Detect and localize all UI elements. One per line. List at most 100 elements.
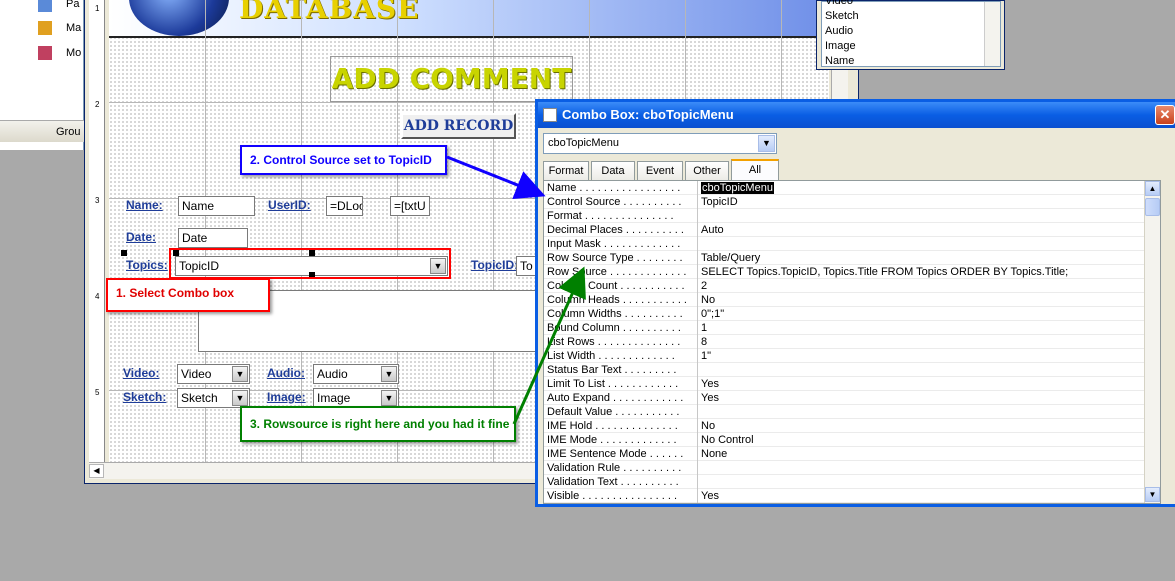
chevron-down-icon[interactable]: ▼ (381, 366, 397, 382)
property-value[interactable]: No Control (700, 433, 1160, 447)
ruler-mark: 5 (95, 388, 100, 397)
property-row[interactable]: Control Source . . . . . . . . . . TopicI… (544, 195, 1160, 209)
property-row[interactable]: Format . . . . . . . . . . . . . . . (544, 209, 1160, 223)
tab-event[interactable]: Event (637, 161, 683, 180)
scroll-thumb[interactable] (1145, 198, 1160, 216)
property-row[interactable]: Column Heads . . . . . . . . . . . No (544, 293, 1160, 307)
image-label[interactable]: Image: (267, 390, 306, 404)
chevron-down-icon[interactable]: ▼ (232, 390, 248, 406)
nav-item-macros[interactable]: Ma (66, 20, 81, 36)
property-value[interactable] (700, 237, 1160, 251)
chevron-down-icon[interactable]: ▼ (758, 135, 775, 152)
property-value[interactable]: Auto (700, 223, 1160, 237)
video-combo-box[interactable]: Video ▼ (177, 364, 250, 384)
groups-bar[interactable]: Grou (0, 120, 84, 142)
property-row[interactable]: Column Count . . . . . . . . . . .2 (544, 279, 1160, 293)
property-value[interactable]: 1" (700, 349, 1160, 363)
close-icon[interactable]: ✕ (1155, 105, 1175, 125)
property-value[interactable]: cboTopicMenu (700, 181, 1160, 195)
list-item[interactable]: Video (822, 0, 1000, 9)
list-scrollbar[interactable] (984, 2, 1000, 66)
property-value[interactable]: None (700, 447, 1160, 461)
property-row[interactable]: Column Widths . . . . . . . . . . 0";1" (544, 307, 1160, 321)
property-value[interactable]: Table/Query (700, 251, 1160, 265)
list-item[interactable]: Name (822, 54, 1000, 69)
nav-item-modules[interactable]: Mo (66, 45, 81, 61)
property-value[interactable] (700, 209, 1160, 223)
topicid-label[interactable]: TopicID: (471, 258, 518, 272)
dialog-title: Combo Box: cboTopicMenu (562, 107, 734, 122)
property-value[interactable] (700, 475, 1160, 489)
audio-combo-box[interactable]: Audio ▼ (313, 364, 399, 384)
property-value[interactable]: 0";1" (700, 307, 1160, 321)
scroll-left-icon[interactable]: ◀ (89, 464, 104, 478)
sketch-combo-box[interactable]: Sketch ▼ (177, 388, 250, 408)
property-name: Column Count . . . . . . . . . . . (544, 279, 698, 293)
name-label[interactable]: Name: (126, 198, 163, 212)
property-row[interactable]: Visible . . . . . . . . . . . . . . . .Y… (544, 489, 1160, 503)
scroll-up-icon[interactable]: ▲ (1145, 181, 1160, 196)
property-value[interactable]: Yes (700, 377, 1160, 391)
sketch-label[interactable]: Sketch: (123, 390, 166, 404)
chevron-down-icon[interactable]: ▼ (232, 366, 248, 382)
video-label[interactable]: Video: (123, 366, 159, 380)
userid-expression-field[interactable]: =[txtU (390, 196, 430, 216)
property-value[interactable]: 1 (700, 321, 1160, 335)
property-row[interactable]: Name . . . . . . . . . . . . . . . . . cb… (544, 181, 1160, 195)
selected-value[interactable]: cboTopicMenu (701, 182, 774, 194)
property-value[interactable]: No (700, 419, 1160, 433)
tab-other[interactable]: Other (685, 161, 729, 180)
property-row[interactable]: Row Source . . . . . . . . . . . . . SELE… (544, 265, 1160, 279)
add-comment-title[interactable]: ADD COMMENT (330, 56, 573, 102)
scroll-down-icon[interactable]: ▼ (1145, 487, 1160, 502)
topics-label[interactable]: Topics: (126, 258, 168, 272)
property-row[interactable]: Row Source Type . . . . . . . . Table/Que… (544, 251, 1160, 265)
property-value[interactable]: 8 (700, 335, 1160, 349)
property-row[interactable]: Limit To List . . . . . . . . . . . . Yes (544, 377, 1160, 391)
list-item[interactable]: Sketch (822, 9, 1000, 24)
date-field[interactable]: Date (178, 228, 248, 248)
move-handle[interactable] (121, 250, 127, 256)
property-row[interactable]: IME Sentence Mode . . . . . . None (544, 447, 1160, 461)
property-value[interactable]: TopicID (700, 195, 1160, 209)
image-combo-box[interactable]: Image ▼ (313, 388, 399, 408)
property-scrollbar[interactable]: ▲ ▼ (1144, 181, 1160, 503)
audio-label[interactable]: Audio: (267, 366, 305, 380)
property-value[interactable]: Yes (700, 489, 1160, 503)
dialog-title-bar[interactable]: Combo Box: cboTopicMenu ✕ (538, 102, 1175, 128)
property-value[interactable]: 2 (700, 279, 1160, 293)
date-label[interactable]: Date: (126, 230, 156, 244)
property-value[interactable] (700, 405, 1160, 419)
property-value[interactable]: SELECT Topics.TopicID, Topics.Title FROM… (700, 265, 1160, 279)
property-value[interactable] (700, 363, 1160, 377)
property-value[interactable]: Yes (700, 391, 1160, 405)
tab-format[interactable]: Format (543, 161, 589, 180)
property-row[interactable]: Default Value . . . . . . . . . . . (544, 405, 1160, 419)
name-field[interactable]: Name (178, 196, 255, 216)
property-row[interactable]: Auto Expand . . . . . . . . . . . . Yes (544, 391, 1160, 405)
list-item[interactable]: Image (822, 39, 1000, 54)
property-row[interactable]: List Width . . . . . . . . . . . . . 1" (544, 349, 1160, 363)
property-row[interactable]: Status Bar Text . . . . . . . . . (544, 363, 1160, 377)
property-value[interactable]: No (700, 293, 1160, 307)
tab-data[interactable]: Data (591, 161, 635, 180)
list-item[interactable]: Audio (822, 24, 1000, 39)
property-row[interactable]: Validation Text . . . . . . . . . . (544, 475, 1160, 489)
userid-label[interactable]: UserID: (268, 198, 311, 212)
property-row[interactable]: IME Hold . . . . . . . . . . . . . . No (544, 419, 1160, 433)
nav-item-pages[interactable]: Pa (66, 0, 79, 12)
property-row[interactable]: IME Mode . . . . . . . . . . . . . No Con… (544, 433, 1160, 447)
property-value[interactable] (700, 461, 1160, 475)
property-name: Visible . . . . . . . . . . . . . . . . (544, 489, 698, 503)
property-row[interactable]: Validation Rule . . . . . . . . . . (544, 461, 1160, 475)
userid-field[interactable]: =DLoo (326, 196, 363, 216)
property-row[interactable]: List Rows . . . . . . . . . . . . . .8 (544, 335, 1160, 349)
add-record-button[interactable]: ADD RECORD (401, 113, 516, 139)
property-row[interactable]: Bound Column . . . . . . . . . .1 (544, 321, 1160, 335)
field-list[interactable]: Video Sketch Audio Image Name (821, 0, 1001, 69)
property-row[interactable]: Decimal Places . . . . . . . . . . Auto (544, 223, 1160, 237)
object-selector[interactable]: cboTopicMenu ▼ (543, 133, 777, 154)
chevron-down-icon[interactable]: ▼ (381, 390, 397, 406)
property-row[interactable]: Input Mask . . . . . . . . . . . . . (544, 237, 1160, 251)
tab-all[interactable]: All (731, 159, 779, 181)
